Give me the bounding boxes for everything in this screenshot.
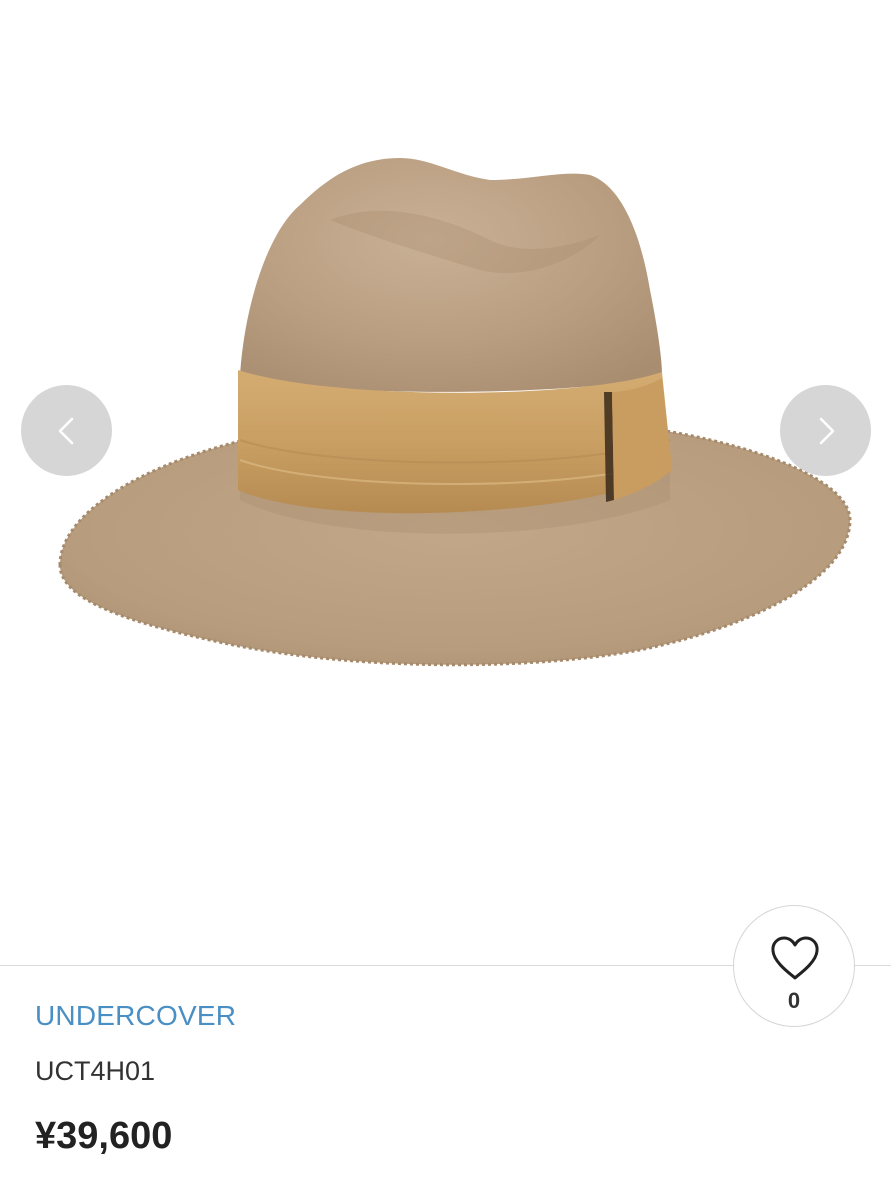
chevron-right-icon (819, 417, 834, 444)
favorite-button[interactable]: 0 (733, 905, 855, 1027)
product-image (58, 158, 852, 667)
heart-icon (771, 936, 819, 980)
favorite-count: 0 (787, 988, 801, 1013)
product-sku: UCT4H01 (35, 1056, 156, 1086)
chevron-left-icon (58, 417, 73, 444)
product-detail-page: 0 UNDERCOVER UCT4H01 ¥39,600 (0, 0, 891, 1200)
brand-link[interactable]: UNDERCOVER (35, 1000, 236, 1032)
next-image-button[interactable] (780, 385, 871, 476)
product-price: ¥39,600 (35, 1115, 173, 1157)
previous-image-button[interactable] (21, 385, 112, 476)
product-image-gallery[interactable] (0, 0, 891, 965)
